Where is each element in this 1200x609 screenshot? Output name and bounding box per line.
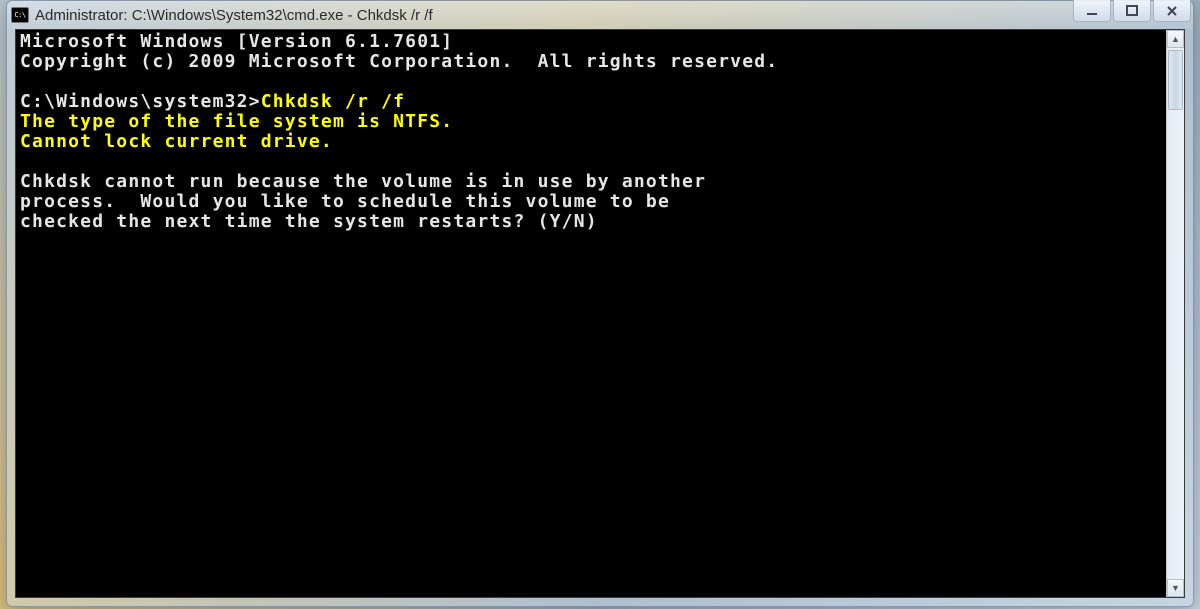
- cmd-window: C:\ Administrator: C:\Windows\System32\c…: [6, 0, 1194, 607]
- fs-type-line: The type of the file system is NTFS.: [20, 111, 453, 132]
- client-area: Microsoft Windows [Version 6.1.7601] Cop…: [15, 29, 1185, 598]
- window-controls: [1073, 0, 1191, 22]
- minimize-icon: [1086, 5, 1098, 17]
- lock-error-line: Cannot lock current drive.: [20, 131, 333, 152]
- message-line-1: Chkdsk cannot run because the volume is …: [20, 171, 706, 192]
- close-icon: [1166, 5, 1178, 17]
- scroll-track[interactable]: [1167, 48, 1184, 579]
- window-title: Administrator: C:\Windows\System32\cmd.e…: [35, 7, 1189, 24]
- scroll-thumb[interactable]: [1168, 50, 1183, 110]
- maximize-icon: [1126, 5, 1138, 17]
- maximize-button[interactable]: [1113, 0, 1151, 22]
- message-line-3: checked the next time the system restart…: [20, 211, 598, 232]
- minimize-button[interactable]: [1073, 0, 1111, 22]
- close-button[interactable]: [1153, 0, 1191, 22]
- terminal-output[interactable]: Microsoft Windows [Version 6.1.7601] Cop…: [16, 30, 1166, 597]
- command-text: Chkdsk /r /f: [261, 91, 405, 112]
- copyright-line: Copyright (c) 2009 Microsoft Corporation…: [20, 51, 778, 72]
- chevron-up-icon: ▲: [1171, 34, 1180, 44]
- chevron-down-icon: ▼: [1171, 583, 1180, 593]
- scroll-down-button[interactable]: ▼: [1167, 579, 1184, 597]
- vertical-scrollbar[interactable]: ▲ ▼: [1166, 30, 1184, 597]
- cmd-icon: C:\: [11, 7, 29, 23]
- os-version-line: Microsoft Windows [Version 6.1.7601]: [20, 31, 453, 52]
- prompt-text: C:\Windows\system32>: [20, 91, 261, 112]
- title-bar[interactable]: C:\ Administrator: C:\Windows\System32\c…: [7, 1, 1193, 29]
- scroll-up-button[interactable]: ▲: [1167, 30, 1184, 48]
- message-line-2: process. Would you like to schedule this…: [20, 191, 670, 212]
